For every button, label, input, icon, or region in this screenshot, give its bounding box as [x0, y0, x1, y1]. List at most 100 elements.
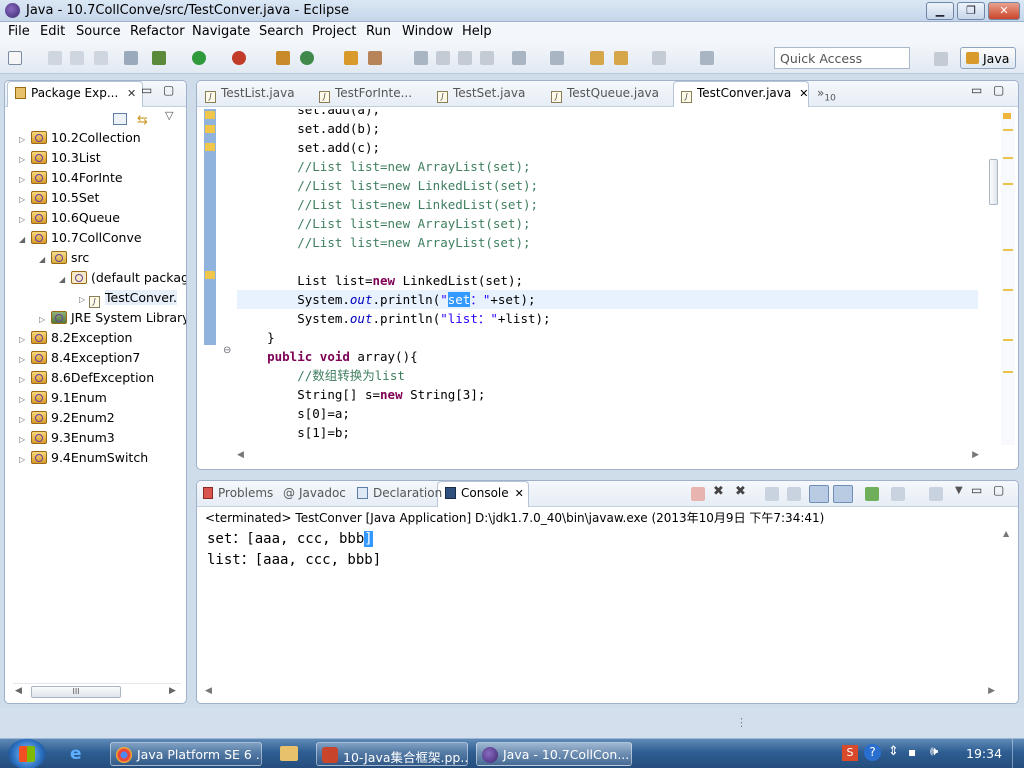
collapsed-arrow-icon[interactable]: ▷ [19, 335, 29, 344]
tree-item[interactable]: ▷ JRE System Library [39, 310, 186, 330]
view-menu-icon[interactable]: ▼ [955, 485, 963, 496]
expanded-arrow-icon[interactable]: ◢ [59, 275, 69, 284]
open-perspective-icon[interactable] [934, 52, 948, 66]
warning-marker-icon[interactable] [205, 125, 215, 133]
taskbar-item-chrome[interactable]: Java Platform SE 6 ... [110, 742, 262, 766]
collapsed-arrow-icon[interactable]: ▷ [19, 355, 29, 364]
collapsed-arrow-icon[interactable]: ▷ [19, 455, 29, 464]
collapsed-arrow-icon[interactable]: ▷ [19, 215, 29, 224]
collapsed-arrow-icon[interactable]: ▷ [19, 415, 29, 424]
overview-marker[interactable] [1003, 371, 1013, 373]
menu-run[interactable]: Run [366, 24, 391, 39]
tab-package-explorer[interactable]: Package Exp... [15, 86, 118, 100]
menu-edit[interactable]: Edit [40, 24, 65, 39]
java-perspective-button[interactable]: Java [960, 47, 1016, 69]
view-menu-icon[interactable]: ▽ [165, 109, 173, 122]
scroll-right-icon[interactable]: ▶ [972, 450, 979, 460]
collapsed-arrow-icon[interactable]: ▷ [19, 195, 29, 204]
menu-project[interactable]: Project [312, 24, 356, 39]
menu-help[interactable]: Help [462, 24, 492, 39]
tree-item[interactable]: ◢ 10.7CollConve [19, 230, 142, 250]
scroll-thumb[interactable] [989, 159, 998, 205]
back-icon[interactable] [614, 51, 628, 65]
show-stderr-icon[interactable] [833, 485, 853, 503]
tree-item[interactable]: ◢ src [39, 250, 89, 270]
tree-item[interactable]: ▷ 9.3Enum3 [19, 430, 115, 450]
scroll-thumb[interactable]: III [31, 686, 121, 698]
menu-window[interactable]: Window [402, 24, 453, 39]
warning-marker-icon[interactable] [205, 111, 215, 119]
tab-testconver[interactable]: J TestConver.java ✕ [681, 86, 808, 103]
close-tab-icon[interactable]: ✕ [515, 487, 524, 500]
skip-breakpoints-icon[interactable] [124, 51, 138, 65]
search-icon[interactable] [368, 51, 382, 65]
maximize-view-icon[interactable]: ▢ [163, 83, 174, 97]
last-edit-icon[interactable] [590, 51, 604, 65]
maximize-view-icon[interactable]: ▢ [993, 83, 1004, 97]
scroll-right-icon[interactable]: ▶ [988, 686, 995, 696]
collapsed-arrow-icon[interactable]: ▷ [79, 295, 89, 304]
collapsed-arrow-icon[interactable]: ▷ [19, 435, 29, 444]
terminate-icon[interactable] [691, 487, 705, 501]
toggle-mark-icon[interactable] [414, 51, 428, 65]
minimize-view-icon[interactable]: ▭ [141, 83, 152, 97]
run-icon[interactable] [192, 51, 206, 65]
tree-item[interactable]: ▷ 9.2Enum2 [19, 410, 115, 430]
display-console-icon[interactable] [891, 487, 905, 501]
scroll-lock-icon[interactable] [787, 487, 801, 501]
new-java-project-icon[interactable] [276, 51, 290, 65]
menu-search[interactable]: Search [259, 24, 304, 39]
overview-marker[interactable] [1003, 289, 1013, 291]
expanded-arrow-icon[interactable]: ◢ [39, 255, 49, 264]
show-whitespace-icon[interactable] [480, 51, 494, 65]
overview-marker[interactable] [1003, 339, 1013, 341]
sogou-input-icon[interactable]: S [842, 745, 858, 761]
tree-item[interactable]: ▷ 8.2Exception [19, 330, 132, 350]
scroll-up-icon[interactable]: ▲ [1003, 529, 1009, 538]
clear-console-icon[interactable] [765, 487, 779, 501]
tab-declaration[interactable]: Declaration [357, 486, 442, 500]
overview-marker[interactable] [1003, 183, 1013, 185]
maximize-view-icon[interactable]: ▢ [993, 483, 1004, 497]
save-icon[interactable] [48, 51, 62, 65]
maximize-button[interactable]: ❐ [957, 2, 985, 20]
next-annotation-icon[interactable] [512, 51, 526, 65]
remove-launch-icon[interactable]: ✖ [713, 484, 724, 499]
fold-icon[interactable]: ⊖ [223, 345, 231, 356]
tree-item[interactable]: ▷ 9.1Enum [19, 390, 107, 410]
scroll-left-icon[interactable]: ◀ [237, 450, 244, 460]
scroll-left-icon[interactable]: ◀ [205, 686, 212, 696]
tab-overflow[interactable]: »10 [817, 86, 836, 103]
close-button[interactable]: ✕ [988, 2, 1020, 20]
minimize-view-icon[interactable]: ▭ [971, 483, 982, 497]
close-icon[interactable]: ✕ [127, 87, 136, 100]
warning-marker-icon[interactable] [205, 143, 215, 151]
overview-marker[interactable] [1003, 129, 1013, 131]
external-tools-icon[interactable] [232, 51, 246, 65]
tab-testlist[interactable]: J TestList.java [205, 86, 295, 103]
horizontal-scrollbar[interactable]: ◀ ▶ [237, 449, 979, 463]
tree-item[interactable]: ▷ 10.6Queue [19, 210, 120, 230]
clock[interactable]: 19:34 [966, 746, 1002, 761]
pin-console-icon[interactable] [865, 487, 879, 501]
tree-item[interactable]: ▷ 10.2Collection [19, 130, 141, 150]
open-console-icon[interactable] [929, 487, 943, 501]
prev-annotation-icon[interactable] [550, 51, 564, 65]
collapsed-arrow-icon[interactable]: ▷ [19, 175, 29, 184]
collapsed-arrow-icon[interactable]: ▷ [19, 375, 29, 384]
overview-marker[interactable] [1003, 249, 1013, 251]
tree-item[interactable]: ▷ 8.6DefException [19, 370, 154, 390]
tree-item[interactable]: ▷ J TestConver. [79, 290, 177, 310]
scroll-left-icon[interactable]: ◀ [15, 686, 22, 696]
save-all-icon[interactable] [70, 51, 84, 65]
vertical-scrollbar[interactable]: ▲ [1001, 529, 1013, 681]
tree-item[interactable]: ▷ 9.4EnumSwitch [19, 450, 148, 470]
collapsed-arrow-icon[interactable]: ▷ [19, 155, 29, 164]
menu-source[interactable]: Source [76, 24, 121, 39]
code-area[interactable]: set.add(a); set.add(b); set.add(c); //Li… [237, 109, 978, 447]
overview-marker[interactable] [1003, 157, 1013, 159]
horizontal-scrollbar[interactable]: ◀ III ▶ [13, 683, 181, 699]
folder-icon[interactable] [280, 746, 298, 761]
new-icon[interactable] [8, 51, 22, 65]
remove-all-icon[interactable]: ✖ [735, 484, 746, 499]
